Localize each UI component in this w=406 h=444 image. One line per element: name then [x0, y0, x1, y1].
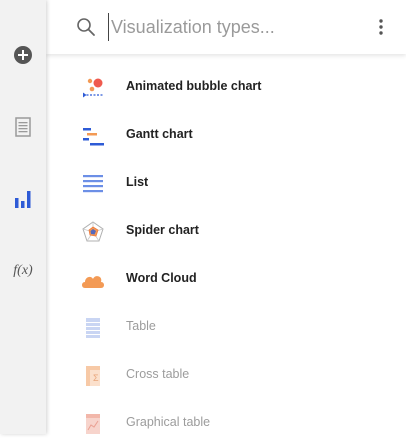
spider-chart-icon	[82, 221, 104, 242]
bar-chart-icon	[15, 191, 31, 208]
calculations-button[interactable]: f(x)	[0, 251, 46, 291]
gantt-chart-icon	[83, 128, 104, 146]
list-item-word-cloud[interactable]: Word Cloud	[46, 260, 406, 300]
graphical-table-icon	[86, 414, 100, 434]
list-item-list[interactable]: List	[46, 164, 406, 204]
add-button[interactable]	[0, 35, 46, 75]
list-item-label: Word Cloud	[126, 271, 197, 285]
search-input[interactable]	[108, 13, 361, 41]
list-item-label: Cross table	[126, 367, 190, 381]
function-icon: f(x)	[13, 263, 33, 278]
list-item-label: Graphical table	[126, 415, 211, 429]
svg-text:Σ: Σ	[93, 373, 99, 383]
list-item-spider-chart[interactable]: Spider chart	[46, 212, 406, 252]
more-menu-button[interactable]	[376, 16, 386, 38]
visualizations-button[interactable]	[0, 179, 46, 219]
list-item-animated-bubble-chart[interactable]: Animated bubble chart	[46, 68, 406, 108]
more-vertical-icon	[379, 19, 383, 35]
word-cloud-icon	[82, 276, 104, 288]
list-item-cross-table[interactable]: Σ Cross table	[46, 356, 406, 396]
animated-bubble-chart-icon	[83, 78, 104, 98]
list-item-graphical-table[interactable]: Graphical table	[46, 404, 406, 444]
visualization-picker: Animated bubble chart Gantt chart List	[46, 0, 406, 434]
list-item-label: Table	[126, 319, 156, 333]
document-icon	[15, 117, 31, 137]
list-item-gantt-chart[interactable]: Gantt chart	[46, 116, 406, 156]
search-bar	[46, 0, 406, 54]
list-item-label: List	[126, 175, 149, 189]
data-panel-button[interactable]	[0, 107, 46, 147]
left-rail: f(x)	[0, 0, 46, 434]
list-item-label: Spider chart	[126, 223, 199, 237]
list-item-table[interactable]: Table	[46, 308, 406, 348]
list-item-label: Gantt chart	[126, 127, 193, 141]
table-icon	[86, 318, 100, 338]
add-icon	[14, 46, 32, 64]
list-icon	[83, 175, 103, 193]
list-item-label: Animated bubble chart	[126, 79, 262, 93]
cross-table-icon: Σ	[86, 366, 100, 386]
search-icon	[77, 18, 95, 36]
